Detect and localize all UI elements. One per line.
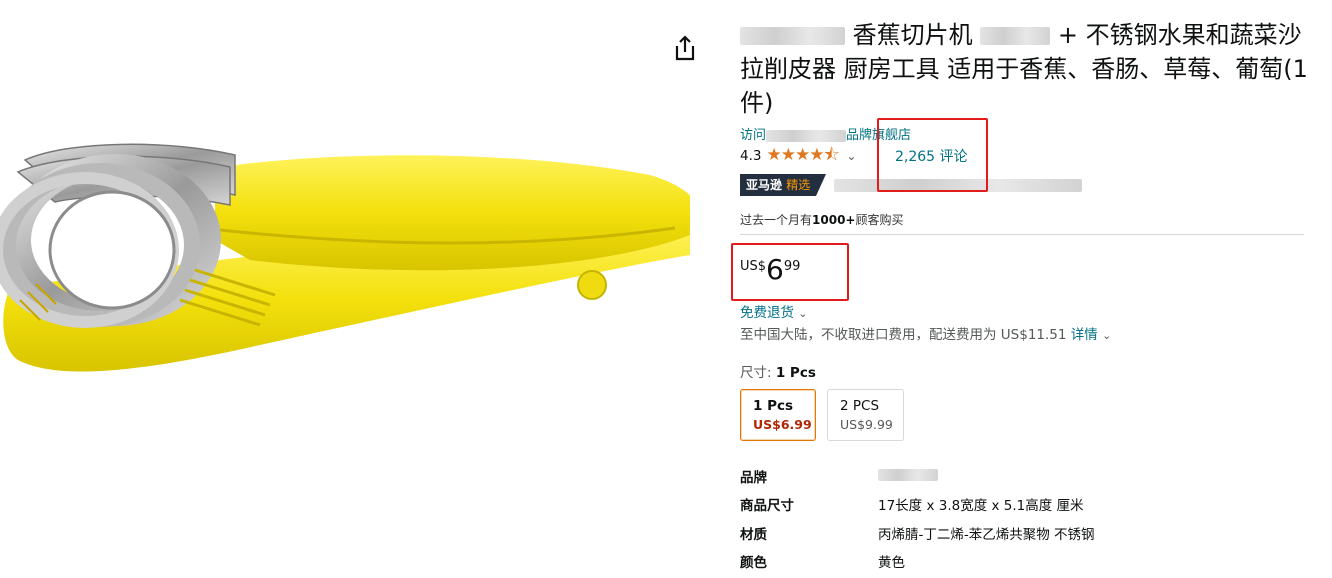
redacted-text xyxy=(980,27,1051,45)
product-title: 香蕉切片机 + 不锈钢水果和蔬菜沙拉削皮器 厨房工具 适用于香蕉、香肠、草莓、葡… xyxy=(740,18,1315,120)
bought-suffix: 顾客购买 xyxy=(855,213,904,227)
variant-name: 1 Pcs xyxy=(753,398,794,414)
spec-row-material: 材质 丙烯腈-丁二烯-苯乙烯共聚物 不锈钢 xyxy=(740,523,1300,543)
size-label: 尺寸: 1 Pcs xyxy=(740,361,816,381)
badge-brand: 亚马逊 xyxy=(746,178,783,192)
size-option-1pcs[interactable]: 1 Pcs US$6.99 xyxy=(740,389,816,441)
spec-value xyxy=(878,466,938,482)
free-returns-link[interactable]: 免费退货 ⌄ xyxy=(740,301,808,321)
free-returns-label: 免费退货 xyxy=(740,305,794,321)
redacted-store xyxy=(766,129,847,142)
chevron-down-icon: ⌄ xyxy=(1102,329,1112,342)
spec-value: 黄色 xyxy=(878,555,905,571)
spec-value: 丙烯腈-丁二烯-苯乙烯共聚物 不锈钢 xyxy=(878,527,1095,543)
chevron-down-icon[interactable]: ⌄ xyxy=(847,149,857,163)
variant-price: US$6.99 xyxy=(753,417,812,432)
variant-price: US$9.99 xyxy=(840,417,893,432)
store-link-prefix: 访问 xyxy=(740,128,767,143)
size-option-2pcs[interactable]: 2 PCS US$9.99 xyxy=(827,389,904,441)
share-icon[interactable] xyxy=(672,34,698,62)
size-label-text: 尺寸: xyxy=(740,365,776,381)
highlight-box-reviews xyxy=(877,118,988,192)
spec-row-color: 颜色 黄色 xyxy=(740,551,1300,571)
star-rating-icon: ★★★★⯪ xyxy=(766,144,839,165)
rating-value: 4.3 xyxy=(740,148,762,164)
chevron-down-icon: ⌄ xyxy=(798,307,808,320)
shipping-info: 至中国大陆，不收取进口费用，配送费用为 US$11.51 详情 ⌄ xyxy=(740,323,1111,343)
spec-key: 品牌 xyxy=(740,470,767,486)
monthly-purchases: 过去一个月有1000+顾客购买 xyxy=(740,211,903,228)
shipping-details-link[interactable]: 详情 xyxy=(1071,327,1098,343)
variant-name: 2 PCS xyxy=(840,398,880,414)
bought-count: 1000+ xyxy=(812,213,856,227)
spec-key: 材质 xyxy=(740,527,767,543)
spec-value: 17长度 x 3.8宽度 x 5.1高度 厘米 xyxy=(878,498,1084,514)
badge-accent: 精选 xyxy=(786,178,811,192)
highlight-box-price xyxy=(731,243,849,301)
shipping-text: 至中国大陆，不收取进口费用，配送费用为 US$11.51 xyxy=(740,327,1067,343)
spec-key: 商品尺寸 xyxy=(740,498,794,514)
bought-prefix: 过去一个月有 xyxy=(740,213,813,227)
spec-row-dimensions: 商品尺寸 17长度 x 3.8宽度 x 5.1高度 厘米 xyxy=(740,494,1300,514)
size-selected-value: 1 Pcs xyxy=(775,365,816,381)
spec-key: 颜色 xyxy=(740,555,767,571)
rating-row[interactable]: 4.3 ★★★★⯪ ⌄ xyxy=(740,145,857,166)
product-title-part1: 香蕉切片机 xyxy=(852,21,973,49)
divider xyxy=(740,234,1304,235)
redacted-brand xyxy=(740,27,845,45)
redacted-brand-value xyxy=(878,469,938,481)
product-image[interactable] xyxy=(0,120,690,470)
spec-row-brand: 品牌 xyxy=(740,466,1300,486)
